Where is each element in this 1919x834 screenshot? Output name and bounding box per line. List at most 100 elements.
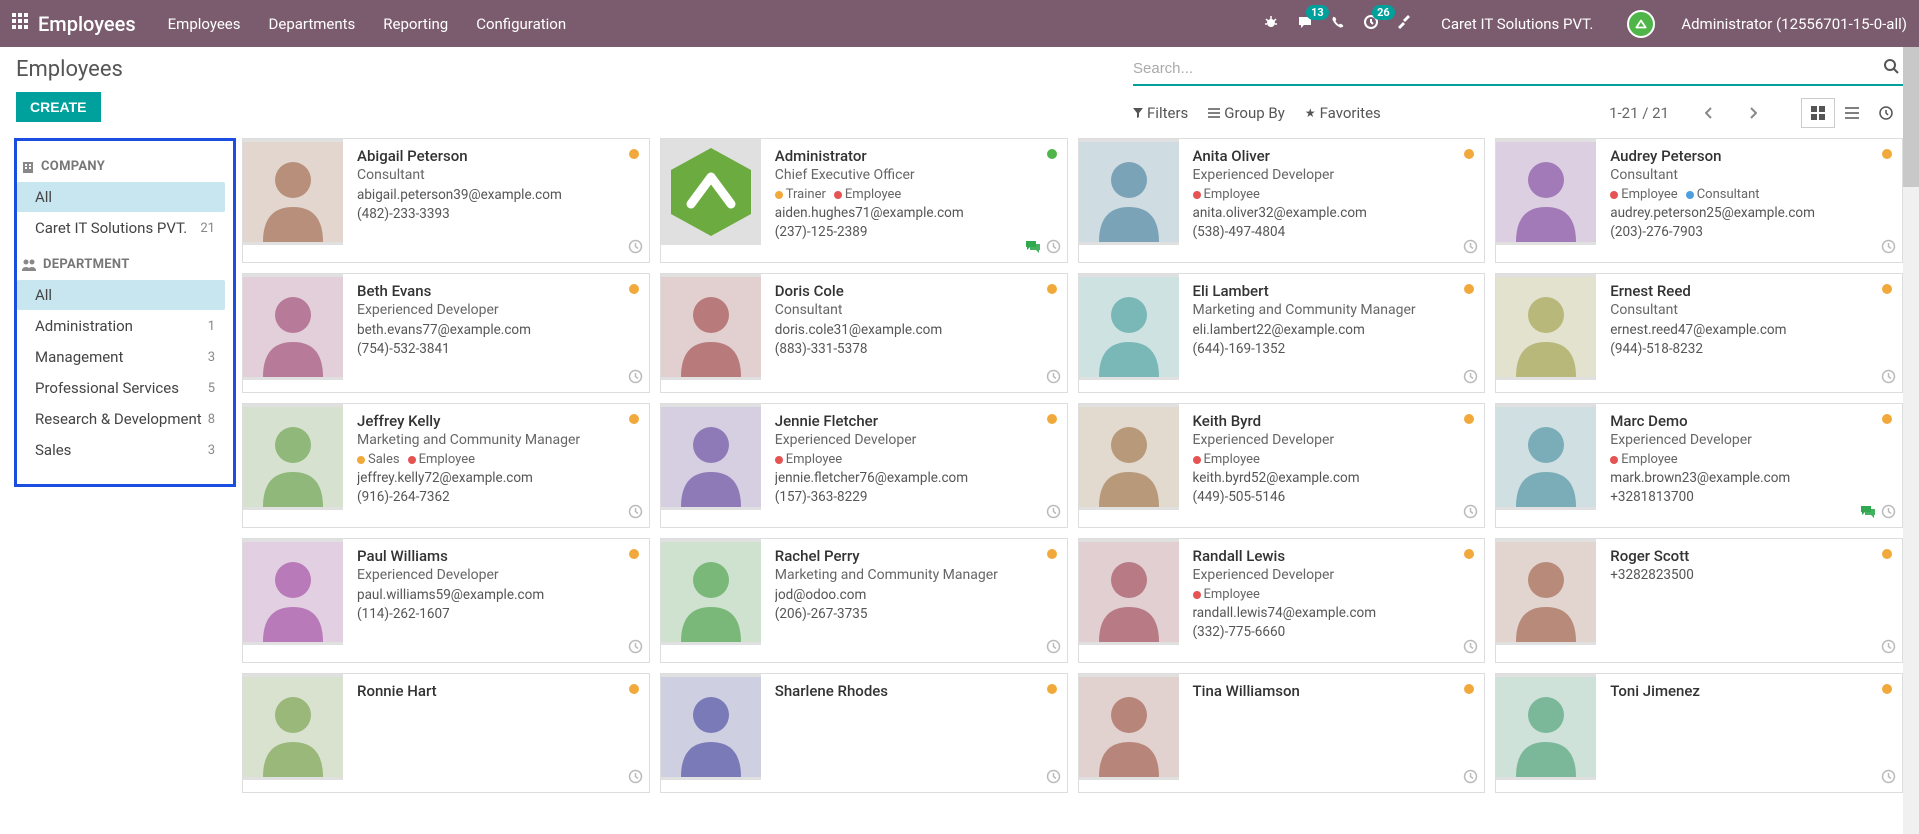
employee-card[interactable]: Randall LewisExperienced DeveloperEmploy… <box>1078 538 1486 663</box>
sidebar-department-item-1[interactable]: Administration1 <box>17 311 225 341</box>
employee-email: eli.lambert22@example.com <box>1193 322 1475 338</box>
employee-avatar <box>243 674 343 780</box>
employee-title: Consultant <box>1610 167 1892 183</box>
activity-icon[interactable] <box>628 769 643 788</box>
activity-icon[interactable] <box>628 504 643 523</box>
employee-card[interactable]: Abigail PetersonConsultantabigail.peters… <box>242 138 650 263</box>
filters-dropdown[interactable]: Filters <box>1133 104 1188 122</box>
employee-card[interactable]: Sharlene Rhodes <box>660 673 1068 793</box>
scrollbar[interactable] <box>1903 47 1919 834</box>
activity-icon[interactable] <box>1881 369 1896 388</box>
employee-card[interactable]: Paul WilliamsExperienced Developerpaul.w… <box>242 538 650 663</box>
employee-card[interactable]: Eli LambertMarketing and Community Manag… <box>1078 273 1486 393</box>
chat-icon[interactable] <box>1025 240 1041 258</box>
search-input[interactable] <box>1133 57 1879 80</box>
activity-icon[interactable] <box>628 239 643 258</box>
view-activity[interactable] <box>1869 98 1903 128</box>
nav-employees[interactable]: Employees <box>168 15 241 33</box>
employee-title: Experienced Developer <box>1193 167 1475 183</box>
employee-tags: Employee <box>775 452 1057 467</box>
activity-icon[interactable] <box>1881 639 1896 658</box>
chat-icon[interactable] <box>1860 505 1876 523</box>
activity-icon[interactable] <box>1881 769 1896 788</box>
create-button[interactable]: CREATE <box>16 92 101 122</box>
activity-icon[interactable] <box>1046 504 1061 523</box>
employee-card[interactable]: Keith ByrdExperienced DeveloperEmployeek… <box>1078 403 1486 528</box>
user-avatar[interactable] <box>1627 10 1655 38</box>
activity-icon[interactable] <box>1046 369 1061 388</box>
activity-icon[interactable] <box>1463 369 1478 388</box>
employee-tags: SalesEmployee <box>357 452 639 467</box>
view-list[interactable] <box>1835 98 1869 128</box>
nav-reporting[interactable]: Reporting <box>383 15 448 33</box>
search-button[interactable] <box>1879 58 1903 79</box>
employee-card[interactable]: Roger Scott+3282823500 <box>1495 538 1903 663</box>
sidebar-department-item-4[interactable]: Research & Development8 <box>17 404 225 434</box>
employee-avatar <box>661 539 761 645</box>
activity-icon[interactable] <box>628 639 643 658</box>
nav-configuration[interactable]: Configuration <box>476 15 566 33</box>
employee-card[interactable]: Marc DemoExperienced DeveloperEmployeema… <box>1495 403 1903 528</box>
employee-card[interactable]: Doris ColeConsultantdoris.cole31@example… <box>660 273 1068 393</box>
employee-name: Marc Demo <box>1610 412 1892 430</box>
view-kanban[interactable] <box>1801 98 1835 128</box>
activity-icon[interactable] <box>1881 504 1896 523</box>
employee-avatar <box>243 274 343 380</box>
employee-phone: (538)-497-4804 <box>1193 224 1475 240</box>
phone-icon[interactable] <box>1331 15 1345 33</box>
scrollbar-thumb[interactable] <box>1903 47 1919 187</box>
employee-card[interactable]: Tina Williamson <box>1078 673 1486 793</box>
sidebar-company-item-0[interactable]: All <box>17 182 225 212</box>
employee-card[interactable]: Anita OliverExperienced DeveloperEmploye… <box>1078 138 1486 263</box>
employee-card[interactable]: Audrey PetersonConsultantEmployeeConsult… <box>1495 138 1903 263</box>
activity-icon[interactable] <box>1463 504 1478 523</box>
employee-name: Anita Oliver <box>1193 147 1475 165</box>
pager-next[interactable] <box>1741 104 1765 123</box>
groupby-dropdown[interactable]: Group By <box>1208 104 1285 122</box>
status-indicator <box>629 284 639 294</box>
employee-card[interactable]: Rachel PerryMarketing and Community Mana… <box>660 538 1068 663</box>
employee-card[interactable]: Jennie FletcherExperienced DeveloperEmpl… <box>660 403 1068 528</box>
pager-prev[interactable] <box>1697 104 1721 123</box>
employee-name: Eli Lambert <box>1193 282 1475 300</box>
employee-card[interactable]: AdministratorChief Executive OfficerTrai… <box>660 138 1068 263</box>
activity-icon[interactable] <box>1046 239 1061 258</box>
activity-icon[interactable] <box>1046 639 1061 658</box>
employee-avatar <box>1079 274 1179 380</box>
activity-icon[interactable] <box>628 369 643 388</box>
employee-card[interactable]: Beth EvansExperienced Developerbeth.evan… <box>242 273 650 393</box>
apps-icon[interactable] <box>12 13 38 34</box>
sidebar-item-count: 21 <box>200 221 215 236</box>
nav-departments[interactable]: Departments <box>269 15 356 33</box>
activity-icon[interactable] <box>1046 769 1061 788</box>
favorites-dropdown[interactable]: ★ Favorites <box>1305 104 1381 122</box>
status-indicator <box>629 549 639 559</box>
bug-icon[interactable] <box>1263 14 1279 34</box>
employee-card[interactable]: Ronnie Hart <box>242 673 650 793</box>
employee-avatar <box>1079 139 1179 245</box>
sidebar-company-item-1[interactable]: Caret IT Solutions PVT.21 <box>17 213 225 243</box>
employee-card[interactable]: Toni Jimenez <box>1495 673 1903 793</box>
employee-avatar <box>661 274 761 380</box>
sidebar-department-item-3[interactable]: Professional Services5 <box>17 373 225 403</box>
activity-icon[interactable] <box>1881 239 1896 258</box>
employee-card[interactable]: Jeffrey KellyMarketing and Community Man… <box>242 403 650 528</box>
sidebar-item-label: Research & Development <box>35 410 202 428</box>
activities-icon[interactable]: 26 <box>1363 14 1379 34</box>
company-switcher[interactable]: Caret IT Solutions PVT. <box>1441 15 1593 33</box>
activity-icon[interactable] <box>1463 239 1478 258</box>
activity-icon[interactable] <box>1463 769 1478 788</box>
employee-tag: Employee <box>775 452 842 467</box>
tools-icon[interactable] <box>1397 14 1413 34</box>
employee-email: jod@odoo.com <box>775 587 1057 603</box>
messages-icon[interactable]: 13 <box>1297 14 1313 34</box>
sidebar-item-count: 3 <box>208 350 215 365</box>
sidebar-department-item-5[interactable]: Sales3 <box>17 435 225 465</box>
sidebar-department-item-2[interactable]: Management3 <box>17 342 225 372</box>
page-title: Employees <box>16 57 123 82</box>
employee-tag: Employee <box>1193 452 1260 467</box>
user-menu[interactable]: Administrator (12556701-15-0-all) <box>1681 15 1907 33</box>
employee-card[interactable]: Ernest ReedConsultanternest.reed47@examp… <box>1495 273 1903 393</box>
activity-icon[interactable] <box>1463 639 1478 658</box>
sidebar-department-item-0[interactable]: All <box>17 280 225 310</box>
